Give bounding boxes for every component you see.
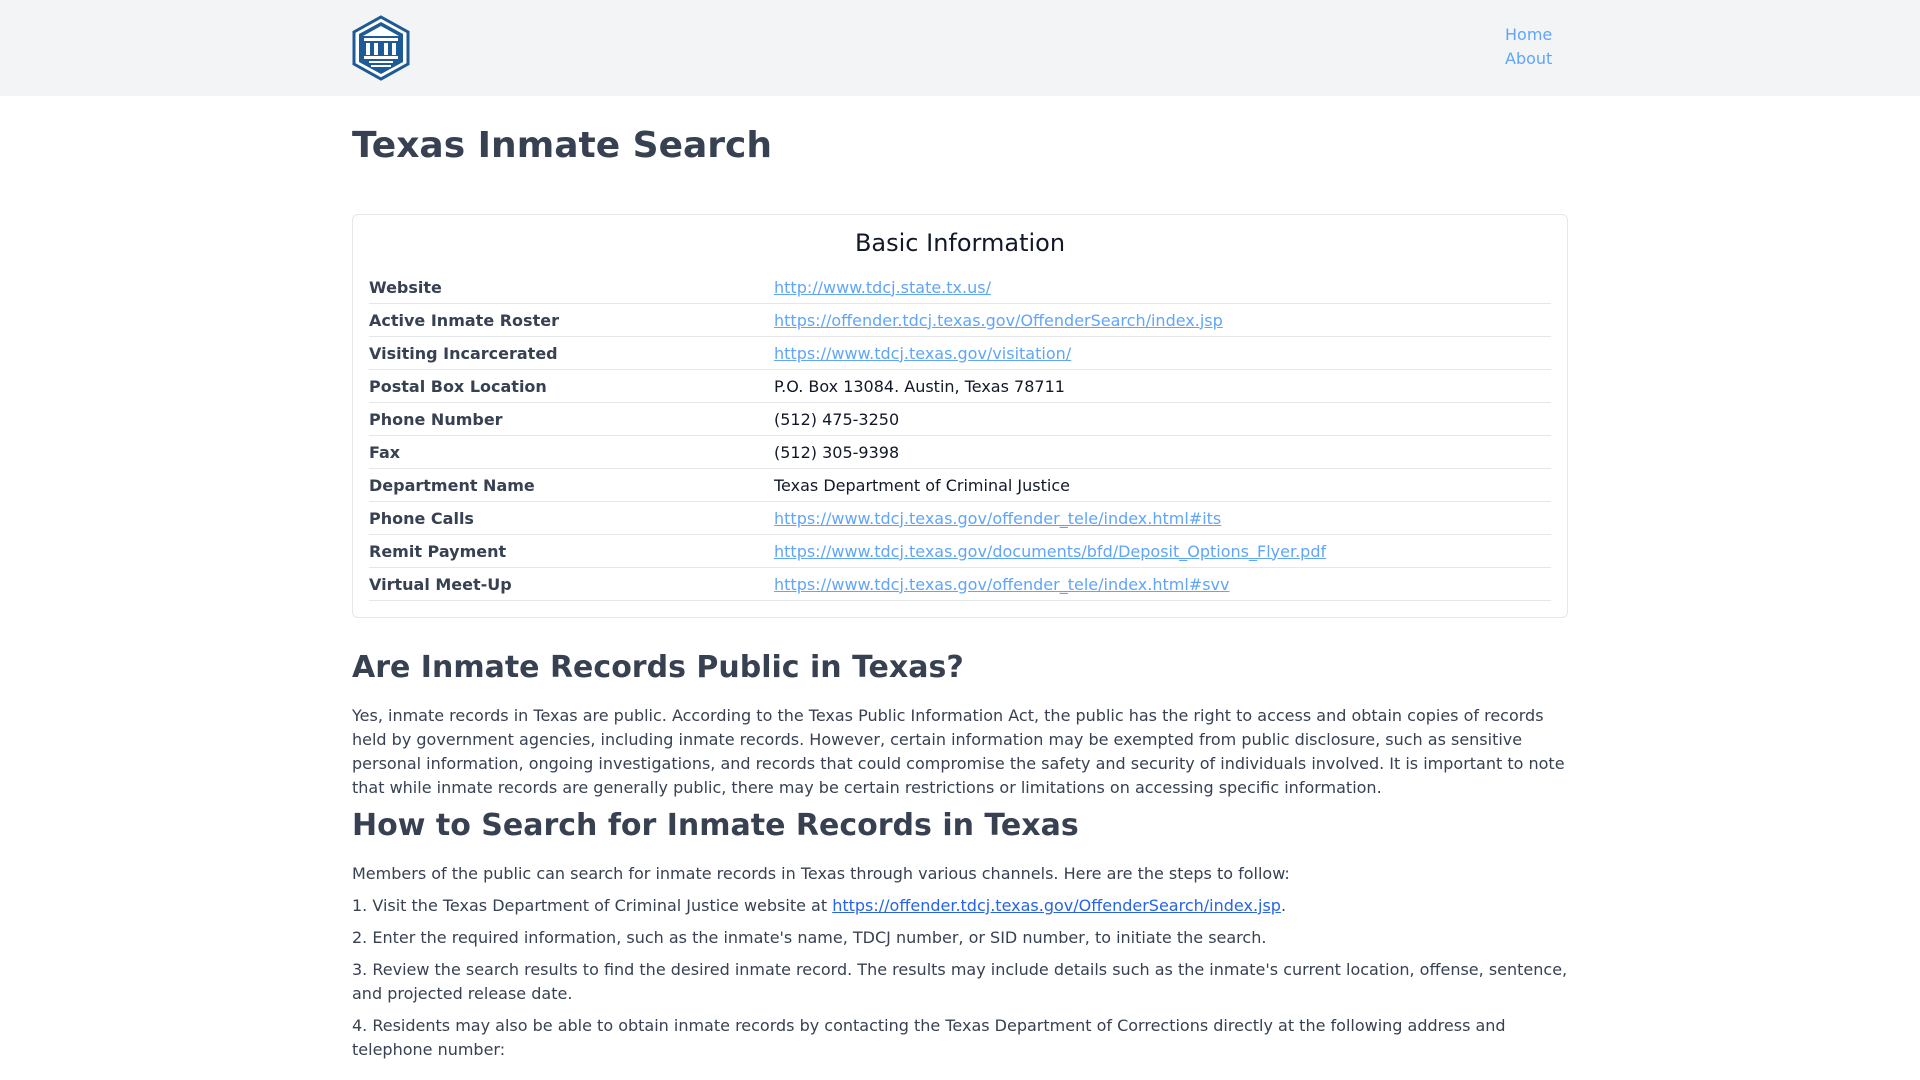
info-row: Phone Number (512) 475-3250: [369, 403, 1551, 436]
main-content: Texas Inmate Search Basic Information We…: [352, 96, 1568, 1062]
info-row-label: Website: [369, 277, 442, 297]
step-4: 4. Residents may also be able to obtain …: [352, 1016, 1506, 1059]
step-1: 1. Visit the Texas Department of Crimina…: [352, 894, 1568, 918]
step-2: 2. Enter the required information, such …: [352, 928, 1267, 947]
info-row-value: Texas Department of Criminal Justice: [774, 475, 1070, 495]
top-nav: Home About: [1505, 25, 1552, 69]
info-row: Virtual Meet-Up https://www.tdcj.texas.go…: [369, 568, 1551, 601]
info-row-label: Department Name: [369, 475, 535, 495]
info-row-label: Visiting Incarcerated: [369, 343, 558, 363]
info-row-label: Remit Payment: [369, 541, 507, 561]
info-row-link[interactable]: http://www.tdcj.state.tx.us/: [774, 278, 991, 297]
info-row: Website http://www.tdcj.state.tx.us/: [369, 271, 1551, 304]
info-row-label: Fax: [369, 442, 401, 462]
public-records-heading: Are Inmate Records Public in Texas?: [352, 650, 964, 685]
card-title: Basic Information: [854, 229, 1066, 257]
public-records-paragraph: Yes, inmate records in Texas are public.…: [352, 706, 1565, 797]
info-row: Active Inmate Roster https://offender.tdc…: [369, 304, 1551, 337]
search-records-heading: How to Search for Inmate Records in Texa…: [352, 808, 1079, 843]
info-row-label: Phone Number: [369, 409, 503, 429]
info-row: Phone Calls https://www.tdcj.texas.gov/of…: [369, 502, 1551, 535]
info-row-link[interactable]: https://www.tdcj.texas.gov/offender_tele…: [774, 509, 1221, 528]
info-row-value: P.O. Box 13084. Austin, Texas 78711: [774, 376, 1065, 396]
info-row-link[interactable]: https://www.tdcj.texas.gov/documents/bfd…: [774, 542, 1326, 561]
info-row-label: Virtual Meet-Up: [369, 574, 512, 594]
info-row: Visiting Incarcerated https://www.tdcj.te…: [369, 337, 1551, 370]
info-row: Postal Box Location P.O. Box 13084. Austi…: [369, 370, 1551, 403]
nav-home-link[interactable]: Home: [1505, 25, 1552, 45]
county-seal-logo[interactable]: [351, 15, 411, 81]
info-row: Remit Payment https://www.tdcj.texas.gov/…: [369, 535, 1551, 568]
info-row-value: (512) 475-3250: [774, 409, 900, 429]
site-header: Home About: [0, 0, 1920, 96]
info-row-link[interactable]: https://offender.tdcj.texas.gov/Offender…: [774, 311, 1223, 330]
info-row-value: (512) 305-9398: [774, 442, 900, 462]
search-intro-paragraph: Members of the public can search for inm…: [352, 864, 1290, 883]
step-1-text: 1. Visit the Texas Department of Crimina…: [352, 896, 833, 915]
info-row: Fax (512) 305-9398: [369, 436, 1551, 469]
info-row-label: Phone Calls: [369, 508, 474, 528]
step-1-suffix: .: [1280, 896, 1287, 915]
info-row-label: Active Inmate Roster: [369, 310, 559, 330]
info-table: Website http://www.tdcj.state.tx.us/Activ…: [369, 271, 1551, 601]
info-row-link[interactable]: https://www.tdcj.texas.gov/offender_tele…: [774, 575, 1229, 594]
page-title: Texas Inmate Search: [352, 125, 773, 166]
info-row-link[interactable]: https://www.tdcj.texas.gov/visitation/: [774, 344, 1071, 363]
info-row: Department Name Texas Department of Crimi…: [369, 469, 1551, 502]
step-1-link[interactable]: https://offender.tdcj.texas.gov/Offender…: [832, 896, 1281, 915]
step-3: 3. Review the search results to find the…: [352, 960, 1568, 1003]
nav-about-link[interactable]: About: [1505, 49, 1552, 69]
info-row-label: Postal Box Location: [369, 376, 547, 396]
basic-information-card: Basic Information Website http://www.tdcj…: [352, 214, 1568, 618]
seal-icon: [352, 15, 410, 81]
